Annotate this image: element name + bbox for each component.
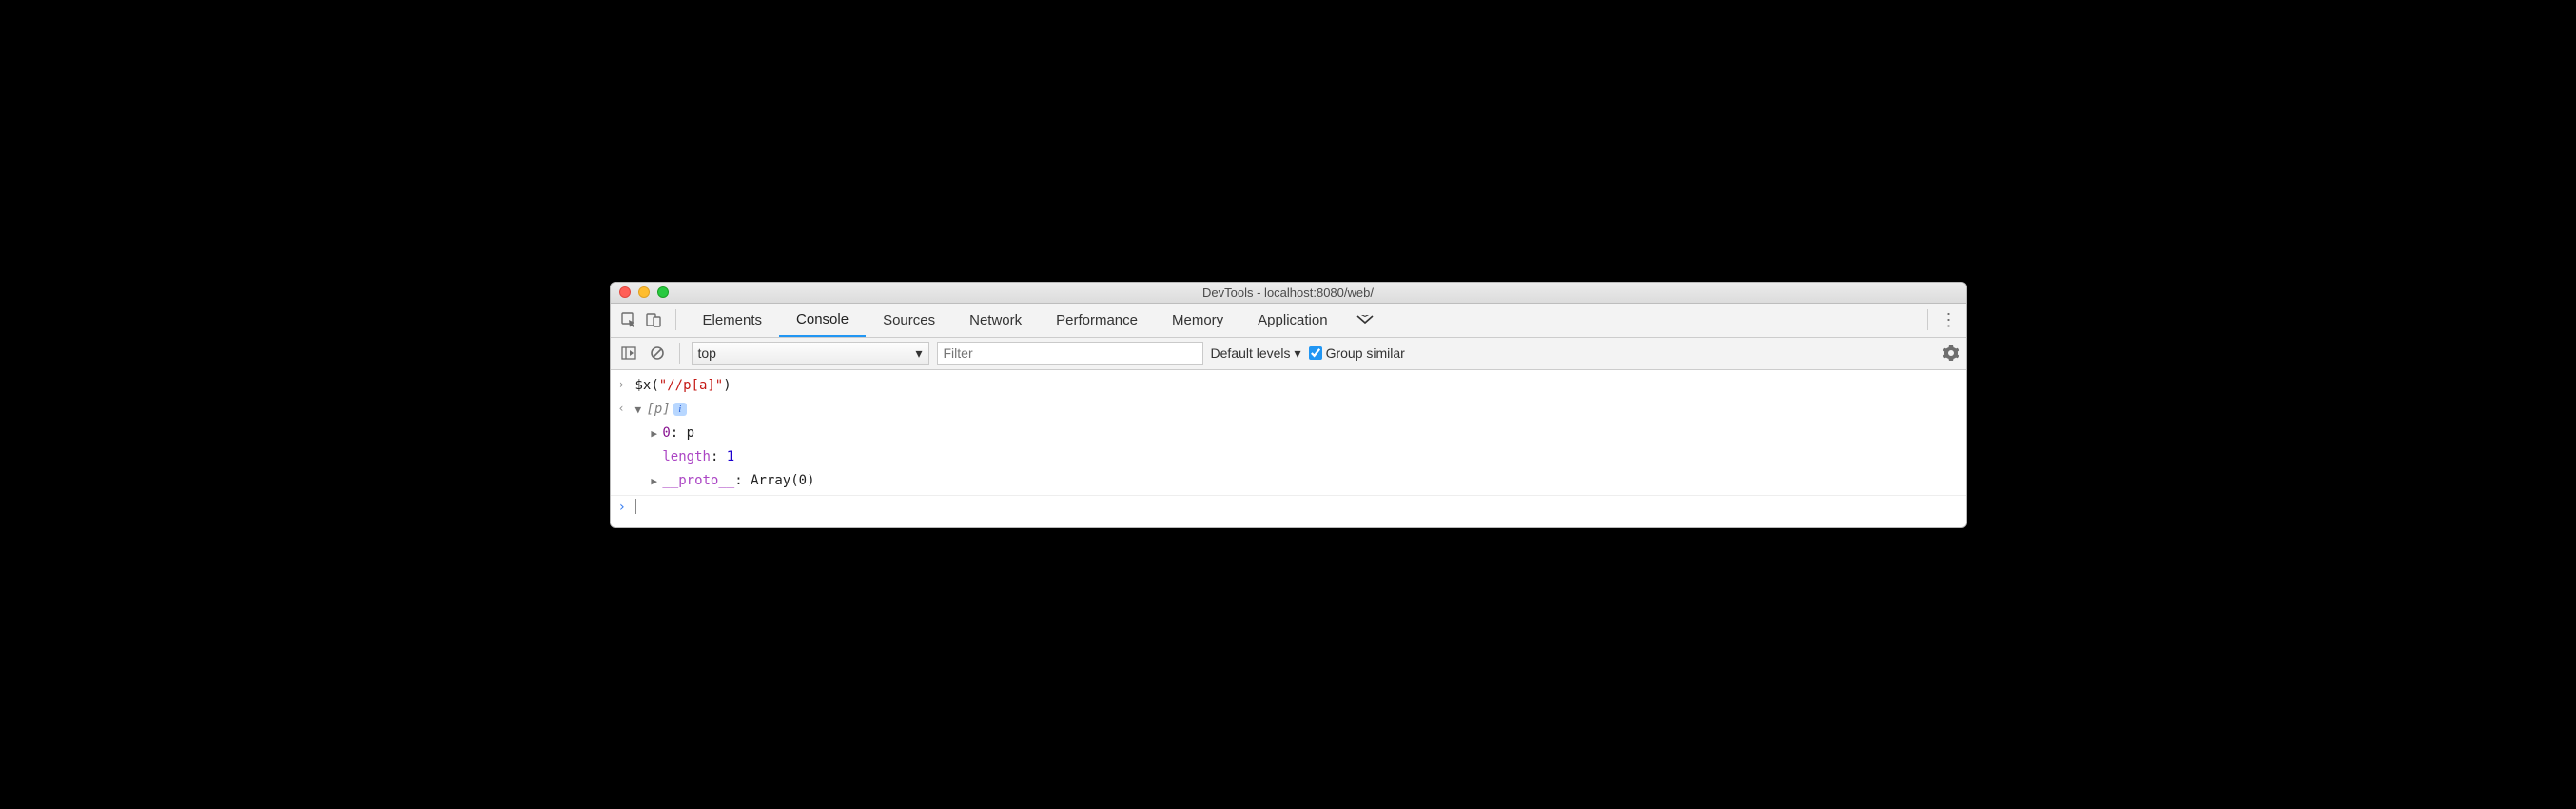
device-toolbar-icon[interactable] bbox=[641, 307, 666, 332]
log-levels-dropdown[interactable]: Default levels ▾ bbox=[1211, 345, 1301, 362]
console-input-echo: › $x("//p[a]") bbox=[611, 374, 1966, 398]
log-levels-label: Default levels bbox=[1211, 345, 1291, 361]
tab-sources[interactable]: Sources bbox=[866, 304, 952, 337]
disclosure-down-icon[interactable]: ▼ bbox=[635, 403, 645, 419]
entry-key: length bbox=[662, 449, 711, 464]
settings-menu-button[interactable]: ⋮ bbox=[1938, 310, 1961, 330]
entry-key: 0 bbox=[662, 425, 670, 441]
execution-context-select[interactable]: top ▾ bbox=[692, 342, 929, 365]
input-prompt-icon: › bbox=[618, 376, 635, 396]
prompt-icon: › bbox=[618, 498, 635, 518]
entry-value: 1 bbox=[727, 449, 734, 464]
panel-tabstrip: ElementsConsoleSourcesNetworkPerformance… bbox=[611, 304, 1966, 338]
console-input-text: $x("//p[a]") bbox=[635, 376, 1959, 396]
separator bbox=[1927, 309, 1928, 330]
tab-elements[interactable]: Elements bbox=[686, 304, 780, 337]
devtools-window: DevTools - localhost:8080/web/ ElementsC… bbox=[610, 282, 1967, 528]
entry-content: ▶0: p bbox=[635, 424, 1959, 444]
console-output-entry: length: 1 bbox=[611, 445, 1966, 469]
console-output-entry[interactable]: ▶0: p bbox=[611, 422, 1966, 445]
output-summary-text: [p] bbox=[647, 402, 671, 417]
chevron-down-icon: ▾ bbox=[1295, 345, 1301, 362]
disclosure-right-icon[interactable]: ▶ bbox=[651, 426, 660, 443]
console-prompt[interactable]: › bbox=[611, 496, 1966, 520]
console-settings-icon[interactable] bbox=[1943, 345, 1959, 361]
tab-network[interactable]: Network bbox=[952, 304, 1039, 337]
filter-input[interactable] bbox=[937, 342, 1203, 365]
inspect-element-icon[interactable] bbox=[616, 307, 641, 332]
execution-context-label: top bbox=[698, 345, 716, 361]
prompt-caret[interactable] bbox=[635, 498, 1959, 518]
output-indicator-icon: ‹ bbox=[618, 400, 635, 420]
clear-console-icon[interactable] bbox=[647, 343, 668, 364]
gutter-spacer bbox=[618, 424, 635, 444]
console-output-entry[interactable]: ▶__proto__: Array(0) bbox=[611, 469, 1966, 493]
chevron-down-icon: ▾ bbox=[915, 345, 922, 362]
group-similar-label: Group similar bbox=[1326, 345, 1405, 361]
console-toolbar: top ▾ Default levels ▾ Group similar bbox=[611, 338, 1966, 370]
info-badge-icon[interactable]: i bbox=[673, 403, 687, 416]
toggle-sidebar-icon[interactable] bbox=[618, 343, 639, 364]
entry-content: ▶__proto__: Array(0) bbox=[635, 471, 1959, 491]
entry-value: Array(0) bbox=[751, 473, 814, 488]
console-output-summary[interactable]: ‹ ▼[p]i bbox=[611, 398, 1966, 422]
window-title: DevTools - localhost:8080/web/ bbox=[611, 286, 1966, 300]
separator bbox=[675, 309, 676, 330]
entry-key: __proto__ bbox=[662, 473, 734, 488]
tab-performance[interactable]: Performance bbox=[1039, 304, 1155, 337]
disclosure-right-icon bbox=[651, 450, 660, 466]
gutter-spacer bbox=[618, 447, 635, 467]
mac-titlebar: DevTools - localhost:8080/web/ bbox=[611, 283, 1966, 304]
entry-value: p bbox=[687, 425, 694, 441]
overflow-tabs-button[interactable] bbox=[1345, 315, 1385, 325]
tab-memory[interactable]: Memory bbox=[1155, 304, 1240, 337]
disclosure-right-icon[interactable]: ▶ bbox=[651, 474, 660, 490]
group-similar-toggle[interactable]: Group similar bbox=[1309, 345, 1405, 361]
output-summary-line[interactable]: ▼[p]i bbox=[635, 400, 1959, 420]
group-similar-checkbox[interactable] bbox=[1309, 346, 1322, 360]
console-body[interactable]: › $x("//p[a]") ‹ ▼[p]i ▶0: p length: 1 ▶… bbox=[611, 370, 1966, 527]
tab-application[interactable]: Application bbox=[1240, 304, 1344, 337]
separator bbox=[679, 343, 680, 364]
tab-console[interactable]: Console bbox=[779, 304, 866, 337]
entry-content: length: 1 bbox=[635, 447, 1959, 467]
gutter-spacer bbox=[618, 471, 635, 491]
